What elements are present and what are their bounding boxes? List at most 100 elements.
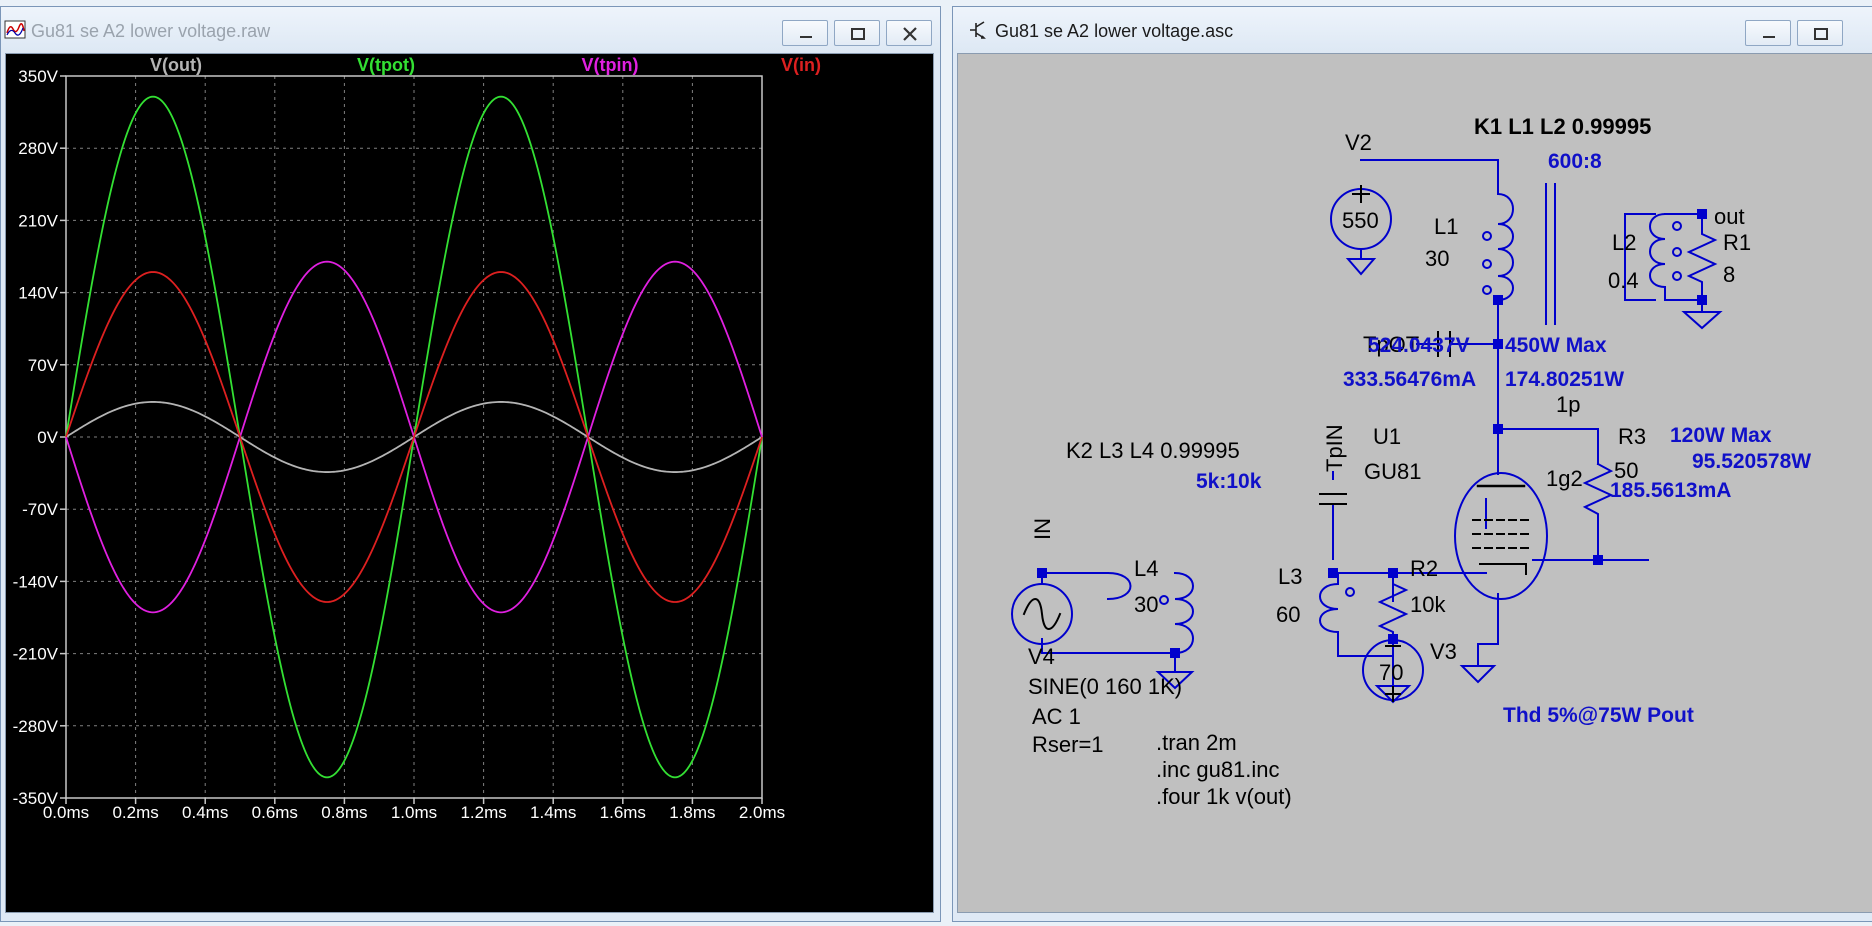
close-icon xyxy=(903,27,917,41)
r1-value: 8 xyxy=(1723,262,1735,287)
close-button[interactable] xyxy=(886,20,932,46)
y-tick-label: 140V xyxy=(18,284,58,303)
in-label: IN xyxy=(1030,518,1055,540)
maximize-button[interactable] xyxy=(834,20,880,46)
maximize-icon xyxy=(851,28,865,40)
u1-name: U1 xyxy=(1373,424,1401,449)
k2-directive: K2 L3 L4 0.99995 xyxy=(1066,438,1240,463)
waveform-window[interactable]: Gu81 se A2 lower voltage.raw 350V 280V 210… xyxy=(0,6,941,922)
g2-power: 95.520578W xyxy=(1692,450,1811,473)
l1-name: L1 xyxy=(1434,214,1458,239)
x-tick-label: 0.4ms xyxy=(182,803,228,822)
x-tick-label: 1.2ms xyxy=(460,803,506,822)
plate-current: 333.56476mA xyxy=(1343,368,1476,391)
waveform-window-title: Gu81 se A2 lower voltage.raw xyxy=(31,21,271,41)
v2-name: V2 xyxy=(1345,130,1372,155)
resistor-r3 xyxy=(1582,462,1614,525)
v4-name: V4 xyxy=(1028,644,1055,669)
minimize-icon xyxy=(800,36,812,38)
x-tick-label: 1.4ms xyxy=(530,803,576,822)
v3-value: 70 xyxy=(1379,660,1403,685)
l3-value: 60 xyxy=(1276,602,1300,627)
schematic-window-title: Gu81 se A2 lower voltage.asc xyxy=(995,21,1234,41)
x-tick-label: 0.6ms xyxy=(252,803,298,822)
y-tick-label: -140V xyxy=(13,572,59,591)
r3-name: R3 xyxy=(1618,424,1646,449)
trace-legend[interactable]: V(out) V(tpot) V(tpin) V(in) xyxy=(150,55,821,75)
plate-power: 174.80251W xyxy=(1505,368,1624,391)
g2-current: 185.5613mA xyxy=(1610,479,1731,502)
plot-traces xyxy=(65,95,763,779)
thd-note: Thd 5%@75W Pout xyxy=(1503,704,1694,727)
trace-label-vtpot[interactable]: V(tpot) xyxy=(357,55,415,75)
minimize-button-2[interactable] xyxy=(1745,20,1791,46)
trace-label-vout[interactable]: V(out) xyxy=(150,55,202,75)
tube-u1 xyxy=(1454,472,1548,600)
l2-value: 0.4 xyxy=(1608,268,1639,293)
x-tick-label: 1.8ms xyxy=(669,803,715,822)
resistor-r1 xyxy=(1686,213,1718,301)
plot-pane[interactable]: 350V 280V 210V 140V 70V 0V -70V -140V -210V -280V… xyxy=(5,53,934,913)
g2-pin-label: 1g2 xyxy=(1546,466,1583,491)
schematic-app-icon xyxy=(970,21,986,39)
schematic-canvas[interactable]: V2 550 K1 L1 L2 0.99995 600:8 L1 30 L2 0… xyxy=(957,53,1872,913)
g2-max: 120W Max xyxy=(1670,424,1772,447)
schematic-window[interactable]: Gu81 se A2 lower voltage.asc V2 550 K1 L… xyxy=(952,6,1872,922)
four-directive: .four 1k v(out) xyxy=(1156,784,1292,809)
x-tick-label: 1.6ms xyxy=(600,803,646,822)
junction-dots xyxy=(1037,209,1707,658)
minimize-button[interactable] xyxy=(782,20,828,46)
r2-value: 10k xyxy=(1410,592,1446,617)
l4-value: 30 xyxy=(1134,592,1158,617)
trace-label-vin[interactable]: V(in) xyxy=(781,55,821,75)
out-label: out xyxy=(1714,204,1745,229)
tran-directive: .tran 2m xyxy=(1156,730,1237,755)
tpin-label: TpIN xyxy=(1322,424,1347,472)
y-tick-label: -70V xyxy=(22,500,59,519)
r1-name: R1 xyxy=(1723,230,1751,255)
x-tick-label: 1.0ms xyxy=(391,803,437,822)
l2-name: L2 xyxy=(1612,230,1636,255)
y-tick-label: 350V xyxy=(18,67,58,86)
transformer-t2 xyxy=(1041,571,1355,655)
plot-axes: 350V 280V 210V 140V 70V 0V -70V -140V -210V -280V… xyxy=(13,67,786,822)
v4-sine: SINE(0 160 1K) xyxy=(1028,674,1182,699)
r2-name: R2 xyxy=(1410,556,1438,581)
maximize-button-2[interactable] xyxy=(1797,20,1843,46)
v4-ac: AC 1 xyxy=(1032,704,1081,729)
minimize-icon xyxy=(1763,36,1775,38)
plate-voltage: 524.0437V xyxy=(1368,334,1470,357)
transformer-t1 xyxy=(1482,192,1682,302)
x-tick-label: 0.2ms xyxy=(112,803,158,822)
v3-name: V3 xyxy=(1430,639,1457,664)
waveform-plot[interactable]: 350V 280V 210V 140V 70V 0V -70V -140V -210V -280V… xyxy=(6,54,935,916)
resistor-r2 xyxy=(1377,572,1409,641)
waveform-titlebar[interactable]: Gu81 se A2 lower voltage.raw xyxy=(1,7,940,53)
maximize-icon xyxy=(1814,28,1828,40)
y-tick-label: 70V xyxy=(28,356,59,375)
schematic-titlebar[interactable]: Gu81 se A2 lower voltage.asc xyxy=(953,7,1872,53)
ac-source-v4 xyxy=(1011,583,1073,645)
l3-name: L3 xyxy=(1278,564,1302,589)
v4-rser: Rser=1 xyxy=(1032,732,1104,757)
y-tick-label: 0V xyxy=(37,428,58,447)
x-tick-label: 0.0ms xyxy=(43,803,89,822)
ratio1-label: 600:8 xyxy=(1548,150,1602,173)
l4-name: L4 xyxy=(1134,556,1158,581)
trace-label-vtpin[interactable]: V(tpin) xyxy=(582,55,639,75)
v2-value: 550 xyxy=(1342,208,1379,233)
y-tick-label: -280V xyxy=(13,717,59,736)
l1-value: 30 xyxy=(1425,246,1449,271)
y-tick-label: 210V xyxy=(18,211,58,230)
x-tick-label: 0.8ms xyxy=(321,803,367,822)
y-tick-label: 280V xyxy=(18,139,58,158)
c-1p-label: 1p xyxy=(1556,392,1580,417)
x-tick-label: 2.0ms xyxy=(739,803,785,822)
plate-max: 450W Max xyxy=(1505,334,1607,357)
waveform-app-icon xyxy=(4,20,26,39)
u1-value: GU81 xyxy=(1364,459,1421,484)
schematic-drawing[interactable]: V2 550 K1 L1 L2 0.99995 600:8 L1 30 L2 0… xyxy=(958,54,1872,916)
inc-directive: .inc gu81.inc xyxy=(1156,757,1280,782)
ratio2-label: 5k:10k xyxy=(1196,470,1262,493)
k1-directive: K1 L1 L2 0.99995 xyxy=(1474,114,1651,139)
